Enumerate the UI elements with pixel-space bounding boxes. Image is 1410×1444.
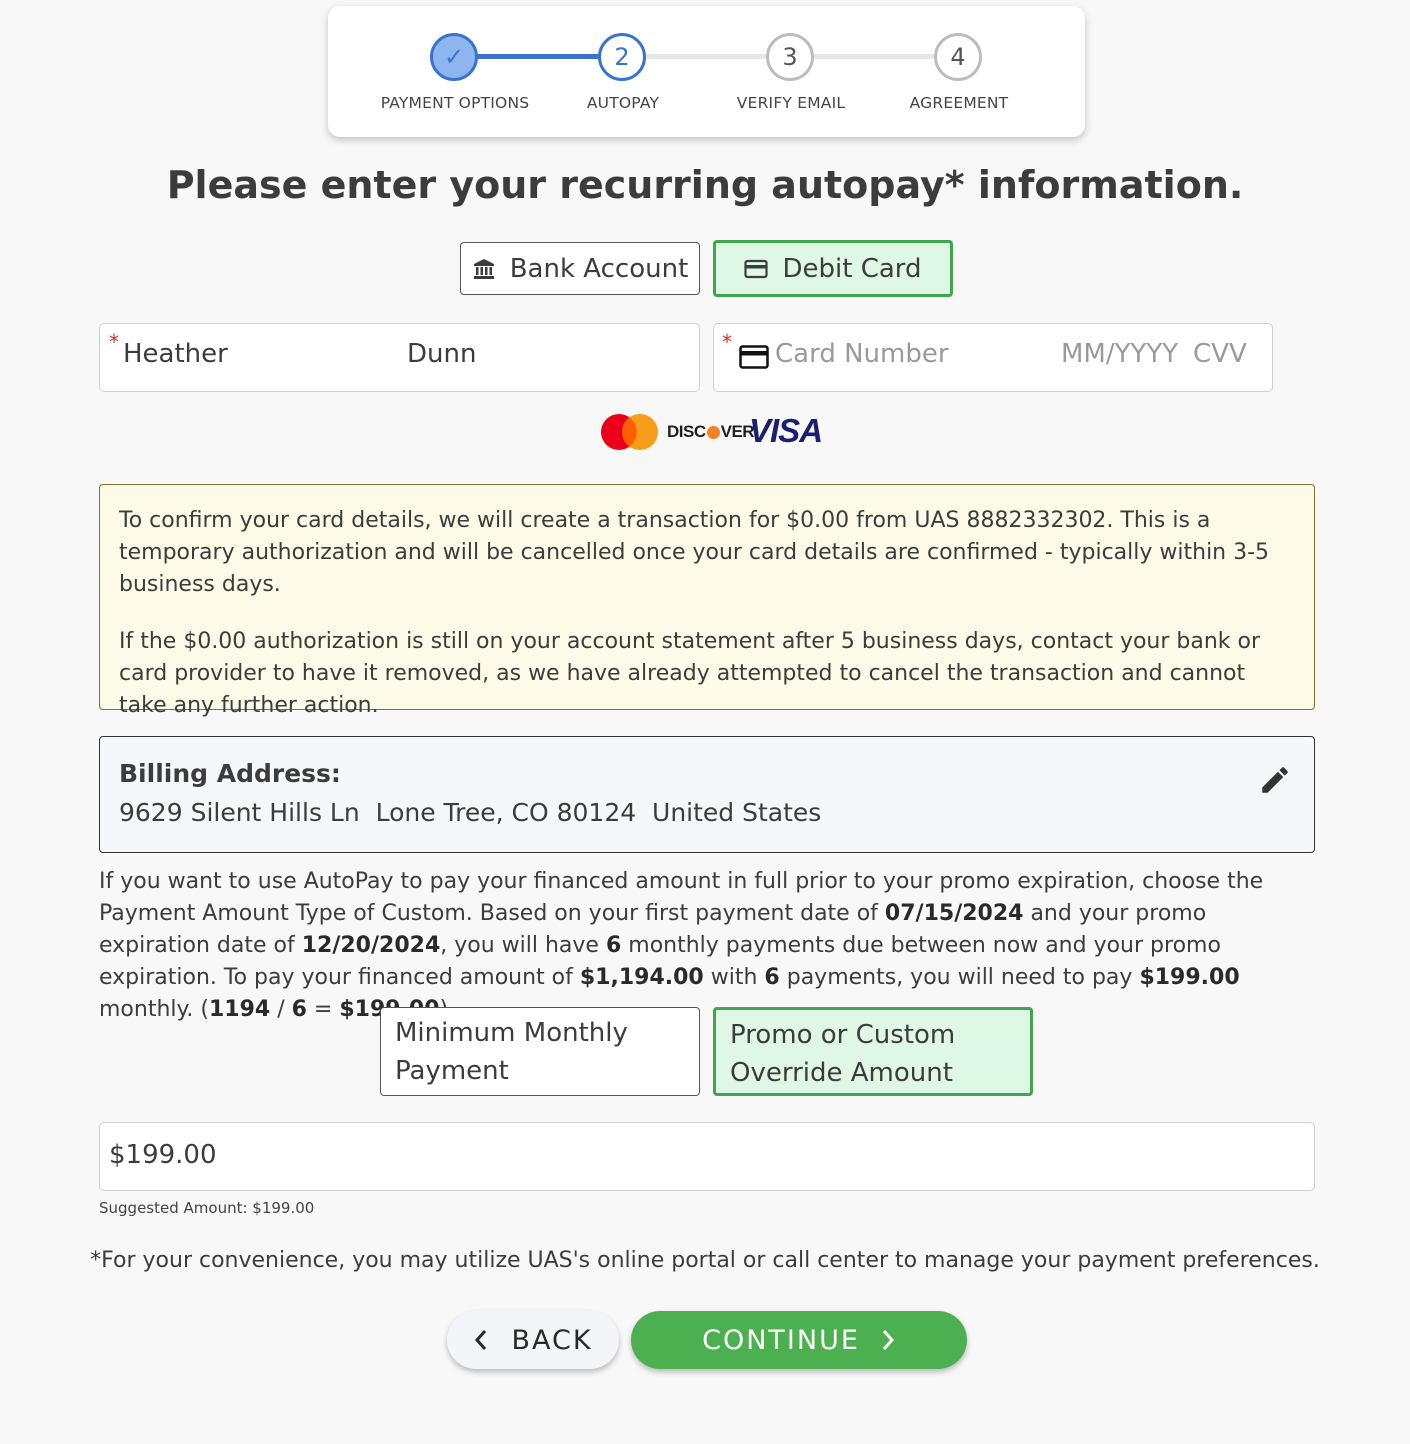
required-asterisk: * [722,330,732,354]
progress-stepper: ✓ 2 3 4 PAYMENT OPTIONS AUTOPAY VERIFY E… [328,6,1085,137]
step-3-marker: 3 [766,33,814,81]
first-name-input[interactable]: Heather [123,339,228,369]
visa-logo: VISA [749,412,823,449]
financed-amount: $1,194.00 [579,965,704,990]
payment-count: 6 [764,965,780,990]
notice-paragraph-1: To confirm your card details, we will cr… [119,508,1270,597]
last-name-input[interactable]: Dunn [407,339,476,369]
mastercard-logo [601,414,658,450]
explain-text: with [703,965,765,990]
custom-override-amount-label: Promo or Custom Override Amount [730,1020,956,1088]
billing-address-label: Billing Address: [119,759,341,788]
notice-paragraph-2: If the $0.00 authorization is still on y… [119,629,1261,718]
autopay-explanation: If you want to use AutoPay to pay your f… [99,866,1315,1026]
discover-logo: DISC VER [667,420,755,444]
step-4-label: AGREEMENT [909,94,1009,112]
cvv-input[interactable]: CVV [1193,339,1247,369]
suggested-amount: Suggested Amount: $199.00 [99,1199,315,1217]
explain-text: monthly. ( [99,997,209,1022]
step-4-marker: 4 [934,33,982,81]
expiry-input[interactable]: MM/YYYY [1061,339,1178,369]
chevron-left-icon [475,1330,487,1350]
payment-count: 6 [291,997,307,1022]
back-button-label: BACK [511,1324,593,1356]
bank-account-label: Bank Account [509,253,689,284]
explain-text: = [306,997,340,1022]
minimum-monthly-payment-label: Minimum Monthly Payment [395,1018,628,1086]
monthly-amount: $199.00 [1139,965,1240,990]
continue-button[interactable]: CONTINUE [631,1311,967,1369]
billing-address-card: Billing Address: 9629 Silent Hills Ln Lo… [99,736,1315,853]
cardholder-name-field[interactable]: * Heather Dunn [99,323,700,392]
card-details-field[interactable]: * Card Number MM/YYYY CVV [713,323,1273,392]
custom-override-amount-option[interactable]: Promo or Custom Override Amount [713,1007,1033,1096]
discover-circle-icon [706,425,720,439]
step-2-marker: 2 [598,33,646,81]
debit-card-button[interactable]: Debit Card [713,240,953,297]
promo-expiration-date: 12/20/2024 [301,933,441,958]
continue-button-label: CONTINUE [702,1324,860,1356]
payment-amount-input[interactable]: $199.00 [99,1122,1315,1191]
chevron-right-icon [882,1330,894,1350]
payment-amount-value: $199.00 [109,1140,217,1170]
explain-text: payments, you will need to pay [779,965,1140,990]
minimum-monthly-payment-option[interactable]: Minimum Monthly Payment [380,1007,700,1096]
explain-text: , you will have [440,933,606,958]
billing-address-value: 9629 Silent Hills Ln Lone Tree, CO 80124… [119,798,822,827]
authorization-notice: To confirm your card details, we will cr… [99,484,1315,718]
bank-icon [473,258,494,279]
debit-card-label: Debit Card [782,253,922,284]
payment-count: 6 [605,933,622,958]
required-asterisk: * [109,330,119,354]
convenience-footnote: *For your convenience, you may utilize U… [90,1248,1320,1273]
page-title: Please enter your recurring autopay* inf… [166,163,1244,207]
discover-text-start: DISC [667,422,706,441]
back-button[interactable]: BACK [447,1311,619,1369]
first-payment-date: 07/15/2024 [884,901,1024,926]
card-icon [739,345,769,369]
edit-pencil-icon[interactable] [1258,763,1292,797]
calc-total: 1194 [208,997,271,1022]
credit-card-icon [744,259,769,278]
bank-account-button[interactable]: Bank Account [460,242,700,295]
explain-text: / [270,997,292,1022]
card-number-input[interactable]: Card Number [775,339,949,369]
step-1-check-icon[interactable]: ✓ [430,33,478,81]
